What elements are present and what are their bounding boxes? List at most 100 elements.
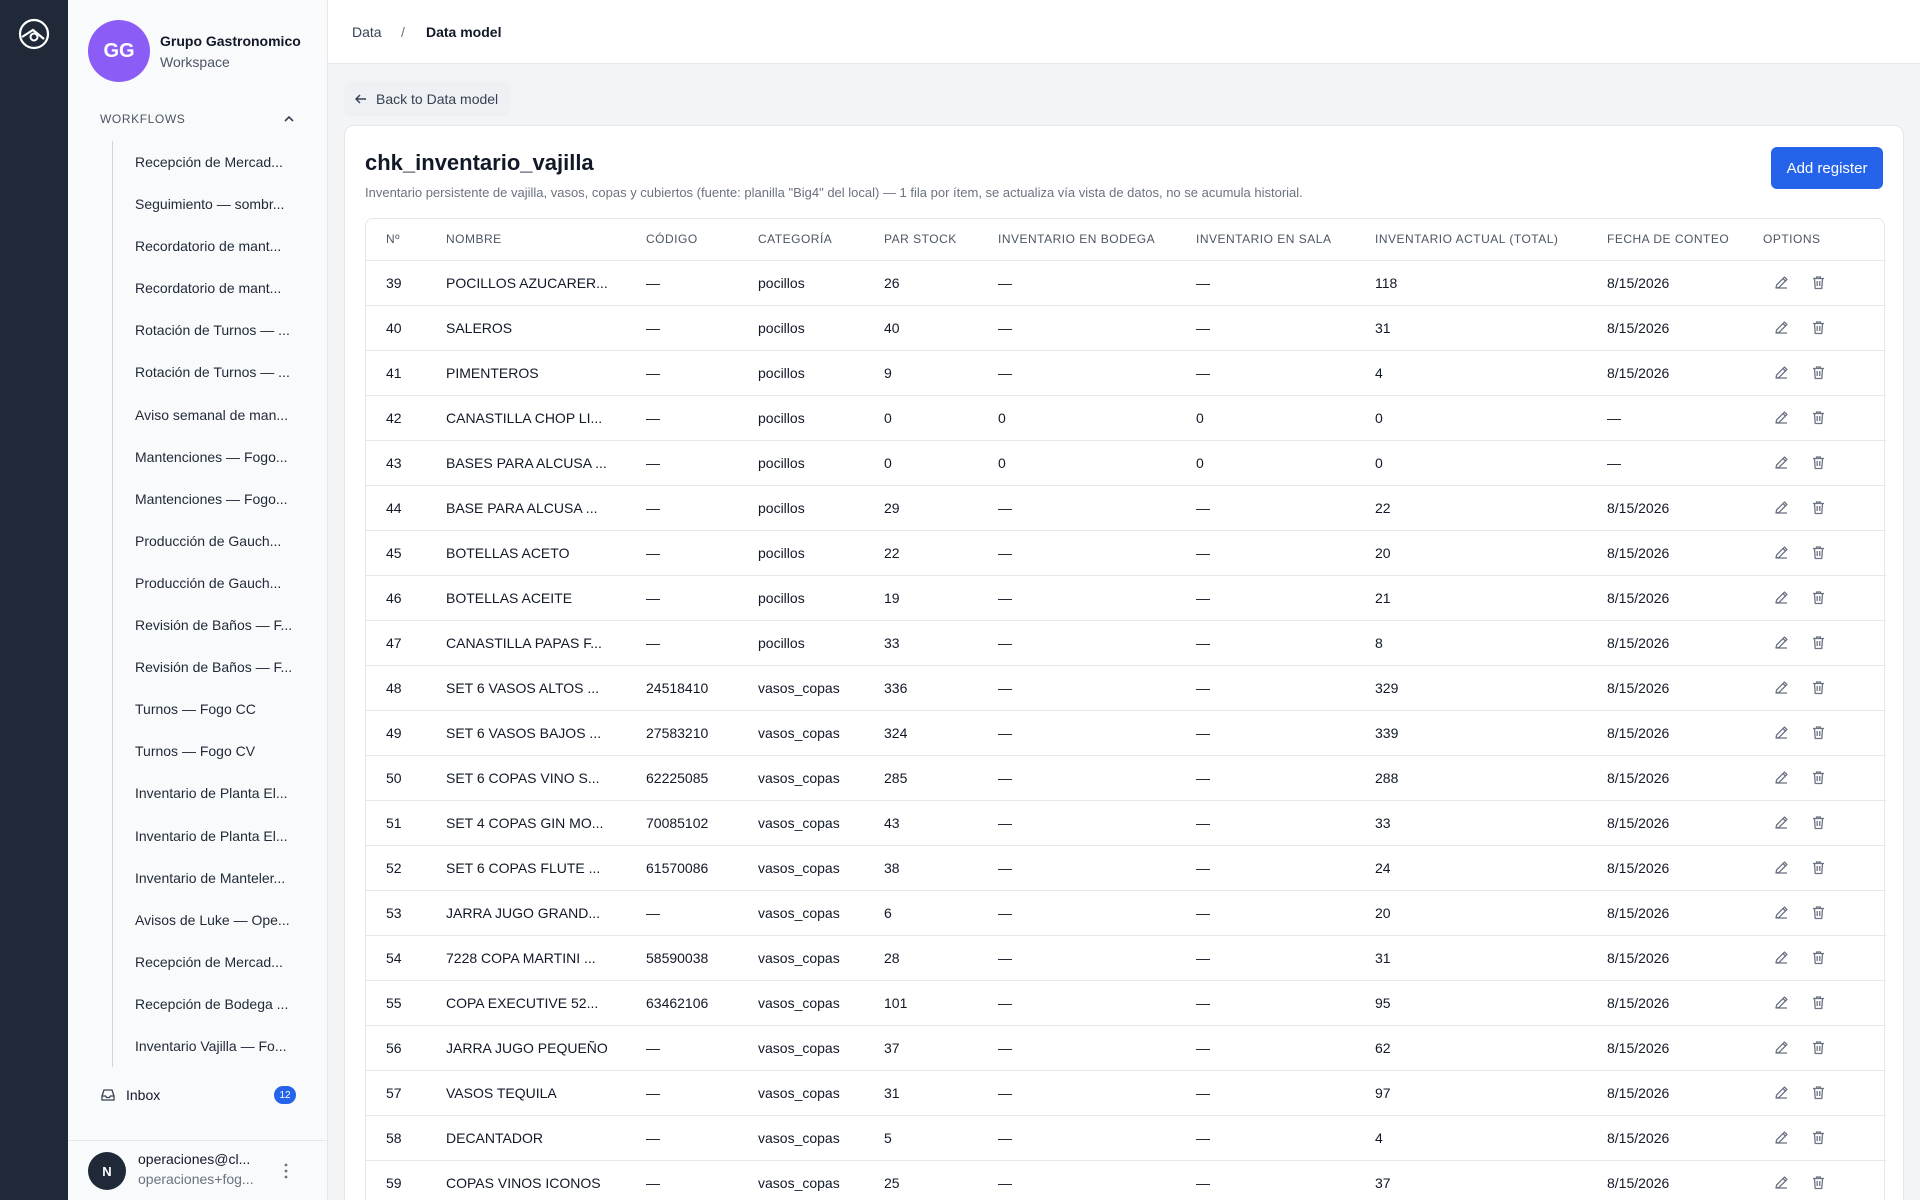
table-row[interactable]: 43 BASES PARA ALCUSA ... — pocillos 0 0 0 0— [366, 440, 1886, 486]
edit-icon[interactable] [1773, 949, 1790, 966]
table-row[interactable]: 56 JARRA JUGO PEQUEÑO — vasos_copas 37— —62 8/… [366, 1025, 1886, 1071]
sidebar-workflow-item[interactable]: Inventario de Manteler... [113, 857, 308, 899]
edit-icon[interactable] [1773, 364, 1790, 381]
edit-icon[interactable] [1773, 859, 1790, 876]
trash-icon[interactable] [1810, 364, 1827, 381]
table-row[interactable]: 54 7228 COPA MARTINI ... 58590038 vasos_cop… [366, 935, 1886, 981]
trash-icon[interactable] [1810, 1174, 1827, 1191]
breadcrumb-data-link[interactable]: Data [352, 24, 382, 40]
trash-icon[interactable] [1810, 994, 1827, 1011]
sidebar-workflow-item[interactable]: Mantenciones — Fogo... [113, 478, 308, 520]
table-cell: COPAS VINOS ICONOS [426, 1160, 626, 1200]
table-row[interactable]: 53 JARRA JUGO GRAND... — vasos_copas 6— —20 8/… [366, 890, 1886, 936]
table-row[interactable]: 58 DECANTADOR — vasos_copas 5— —4 8/15/2026 [366, 1115, 1886, 1161]
trash-icon[interactable] [1810, 724, 1827, 741]
edit-icon[interactable] [1773, 994, 1790, 1011]
sidebar-workflow-item[interactable]: Recepción de Mercad... [113, 941, 308, 983]
sidebar-workflow-item[interactable]: Aviso semanal de man... [113, 394, 308, 436]
edit-icon[interactable] [1773, 499, 1790, 516]
edit-icon[interactable] [1773, 1039, 1790, 1056]
sidebar-workflow-item[interactable]: Mantenciones — Fogo... [113, 436, 308, 478]
table-row[interactable]: 59 COPAS VINOS ICONOS — vasos_copas 25— —37 8/… [366, 1160, 1886, 1200]
user-profile[interactable]: N operaciones@cl... operaciones+fog... [68, 1140, 328, 1200]
trash-icon[interactable] [1810, 1039, 1827, 1056]
table-row[interactable]: 49 SET 6 VASOS BAJOS ... 27583210 vasos_cop… [366, 710, 1886, 756]
sidebar-workflow-item[interactable]: Inventario de Planta El... [113, 772, 308, 814]
edit-icon[interactable] [1773, 319, 1790, 336]
table-row[interactable]: 44 BASE PARA ALCUSA ... — pocillos 29— —22 8/1… [366, 485, 1886, 531]
edit-icon[interactable] [1773, 544, 1790, 561]
edit-icon[interactable] [1773, 1084, 1790, 1101]
table-row[interactable]: 40 SALEROS — pocillos 40— —31 8/15/2026 [366, 305, 1886, 351]
sidebar-workflow-item[interactable]: Turnos — Fogo CC [113, 688, 308, 730]
table-row[interactable]: 45 BOTELLAS ACETO — pocillos 22— —20 8/15/2026 [366, 530, 1886, 576]
trash-icon[interactable] [1810, 859, 1827, 876]
sidebar-workflow-item[interactable]: Recordatorio de mant... [113, 267, 308, 309]
trash-icon[interactable] [1810, 319, 1827, 336]
table-row[interactable]: 57 VASOS TEQUILA — vasos_copas 31— —97 8/15/20… [366, 1070, 1886, 1116]
trash-icon[interactable] [1810, 1129, 1827, 1146]
table-cell: 27583210 [626, 710, 738, 756]
edit-icon[interactable] [1773, 1174, 1790, 1191]
trash-icon[interactable] [1810, 274, 1827, 291]
table-cell: — [1176, 890, 1355, 936]
edit-icon[interactable] [1773, 589, 1790, 606]
edit-icon[interactable] [1773, 634, 1790, 651]
sidebar-workflow-item[interactable]: Producción de Gauch... [113, 562, 308, 604]
trash-icon[interactable] [1810, 589, 1827, 606]
sidebar-workflow-item[interactable]: Recordatorio de mant... [113, 225, 308, 267]
table-cell: — [1176, 1025, 1355, 1071]
sidebar-workflow-item[interactable]: Recepción de Mercad... [113, 141, 308, 183]
edit-icon[interactable] [1773, 904, 1790, 921]
sidebar-workflow-item[interactable]: Revisión de Baños — F... [113, 646, 308, 688]
sidebar-workflow-item[interactable]: Inventario de Planta El... [113, 815, 308, 857]
table-row[interactable]: 48 SET 6 VASOS ALTOS ... 24518410 vasos_cop… [366, 665, 1886, 711]
sidebar-workflow-item[interactable]: Avisos de Luke — Ope... [113, 899, 308, 941]
trash-icon[interactable] [1810, 499, 1827, 516]
table-row[interactable]: 51 SET 4 COPAS GIN MO... 70085102 vasos_cop… [366, 800, 1886, 846]
table-row[interactable]: 39 POCILLOS AZUCARER... — pocillos 26— —118 8/… [366, 260, 1886, 306]
sidebar-workflow-item[interactable]: Recepción de Bodega ... [113, 983, 308, 1025]
workspace-switcher[interactable]: GG Grupo Gastronomico Workspace [88, 20, 301, 82]
back-button[interactable]: Back to Data model [344, 82, 511, 116]
trash-icon[interactable] [1810, 814, 1827, 831]
sidebar-workflow-item[interactable]: Rotación de Turnos — ... [113, 309, 308, 351]
trash-icon[interactable] [1810, 1084, 1827, 1101]
trash-icon[interactable] [1810, 544, 1827, 561]
trash-icon[interactable] [1810, 454, 1827, 471]
sidebar-workflow-item[interactable]: Turnos — Fogo CV [113, 730, 308, 772]
table-row[interactable]: 46 BOTELLAS ACEITE — pocillos 19— —21 8/15/202… [366, 575, 1886, 621]
edit-icon[interactable] [1773, 679, 1790, 696]
inbox-link[interactable]: Inbox 12 [100, 1086, 296, 1104]
trash-icon[interactable] [1810, 904, 1827, 921]
table-row[interactable]: 47 CANASTILLA PAPAS F... — pocillos 33— —8 8/1… [366, 620, 1886, 666]
sidebar-workflow-item[interactable]: Inventario Vajilla — Fo... [113, 1025, 308, 1067]
sidebar-workflow-item[interactable]: Producción de Gauch... [113, 520, 308, 562]
app-logo-icon[interactable] [17, 17, 51, 51]
add-register-button[interactable]: Add register [1771, 147, 1883, 189]
trash-icon[interactable] [1810, 769, 1827, 786]
trash-icon[interactable] [1810, 409, 1827, 426]
table-row[interactable]: 55 COPA EXECUTIVE 52... 63462106 vasos_copa… [366, 980, 1886, 1026]
trash-icon[interactable] [1810, 634, 1827, 651]
trash-icon[interactable] [1810, 679, 1827, 696]
sidebar-workflow-item[interactable]: Revisión de Baños — F... [113, 604, 308, 646]
table-row[interactable]: 52 SET 6 COPAS FLUTE ... 61570086 vasos_cop… [366, 845, 1886, 891]
edit-icon[interactable] [1773, 409, 1790, 426]
edit-icon[interactable] [1773, 724, 1790, 741]
table-row[interactable]: 50 SET 6 COPAS VINO S... 62225085 vasos_cop… [366, 755, 1886, 801]
sidebar-workflow-item[interactable]: Seguimiento — sombr... [113, 183, 308, 225]
trash-icon[interactable] [1810, 949, 1827, 966]
edit-icon[interactable] [1773, 454, 1790, 471]
edit-icon[interactable] [1773, 1129, 1790, 1146]
more-vertical-icon[interactable] [278, 1159, 294, 1183]
chevron-up-icon[interactable] [282, 112, 296, 126]
table-row[interactable]: 42 CANASTILLA CHOP LI... — pocillos 0 0 0 0— [366, 395, 1886, 441]
workflows-section-header[interactable]: WORKFLOWS [100, 112, 296, 126]
edit-icon[interactable] [1773, 274, 1790, 291]
edit-icon[interactable] [1773, 769, 1790, 786]
sidebar-workflow-item[interactable]: Rotación de Turnos — ... [113, 351, 308, 393]
app-rail [0, 0, 68, 1200]
edit-icon[interactable] [1773, 814, 1790, 831]
table-row[interactable]: 41 PIMENTEROS — pocillos 9— —4 8/15/2026 [366, 350, 1886, 396]
